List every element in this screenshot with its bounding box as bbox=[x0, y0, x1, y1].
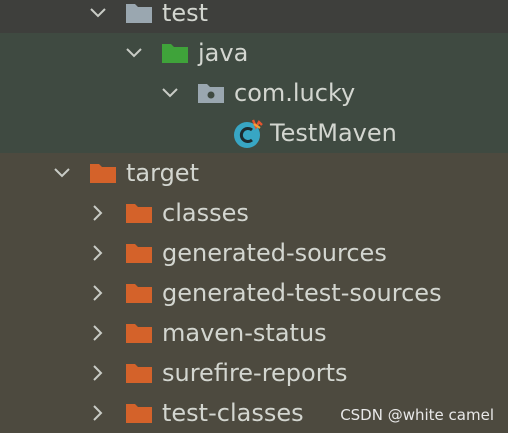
folder-orange-icon bbox=[126, 244, 152, 263]
tree-item-label: surefire-reports bbox=[162, 359, 348, 387]
folder-green-icon bbox=[162, 44, 188, 63]
tree-item-generated-sources[interactable]: generated-sources bbox=[0, 233, 508, 273]
watermark: CSDN @white camel bbox=[340, 406, 494, 424]
tree-item-label: TestMaven bbox=[270, 119, 397, 147]
folder-orange-icon bbox=[126, 324, 152, 343]
tree-item-target[interactable]: target bbox=[0, 153, 508, 193]
chevron-down-icon[interactable] bbox=[160, 83, 180, 103]
chevron-right-icon[interactable] bbox=[88, 203, 108, 223]
project-tree: test java com.lucky TestMaven target cla… bbox=[0, 0, 508, 432]
tree-item-label: test-classes bbox=[162, 399, 304, 427]
tree-item-label: test bbox=[162, 0, 209, 27]
folder-gray-icon bbox=[126, 4, 152, 23]
tree-item-label: com.lucky bbox=[234, 79, 356, 107]
chevron-right-icon[interactable] bbox=[88, 403, 108, 423]
tree-item-java[interactable]: java bbox=[0, 33, 508, 73]
chevron-right-icon[interactable] bbox=[88, 243, 108, 263]
tree-item-test[interactable]: test bbox=[0, 0, 508, 33]
tree-item-label: target bbox=[126, 159, 199, 187]
tree-item-label: classes bbox=[162, 199, 249, 227]
chevron-right-icon[interactable] bbox=[88, 363, 108, 383]
chevron-right-icon[interactable] bbox=[88, 323, 108, 343]
tree-item-label: generated-sources bbox=[162, 239, 387, 267]
folder-orange-icon bbox=[126, 284, 152, 303]
tree-item-generated-test-sources[interactable]: generated-test-sources bbox=[0, 273, 508, 313]
chevron-down-icon[interactable] bbox=[124, 43, 144, 63]
tree-item-label: maven-status bbox=[162, 319, 327, 347]
folder-orange-icon bbox=[126, 204, 152, 223]
folder-orange-icon bbox=[90, 164, 116, 183]
tree-item-surefire-reports[interactable]: surefire-reports bbox=[0, 353, 508, 393]
folder-orange-icon bbox=[126, 364, 152, 383]
tree-item-com-lucky[interactable]: com.lucky bbox=[0, 73, 508, 113]
chevron-down-icon[interactable] bbox=[52, 163, 72, 183]
chevron-right-icon[interactable] bbox=[88, 283, 108, 303]
java-class-icon bbox=[234, 119, 263, 148]
tree-item-label: generated-test-sources bbox=[162, 279, 442, 307]
chevron-down-icon[interactable] bbox=[88, 3, 108, 23]
package-icon bbox=[198, 84, 224, 103]
tree-item-maven-status[interactable]: maven-status bbox=[0, 313, 508, 353]
tree-item-label: java bbox=[198, 39, 249, 67]
tree-item-classes[interactable]: classes bbox=[0, 193, 508, 233]
folder-orange-icon bbox=[126, 404, 152, 423]
tree-item-testmaven[interactable]: TestMaven bbox=[0, 113, 508, 153]
